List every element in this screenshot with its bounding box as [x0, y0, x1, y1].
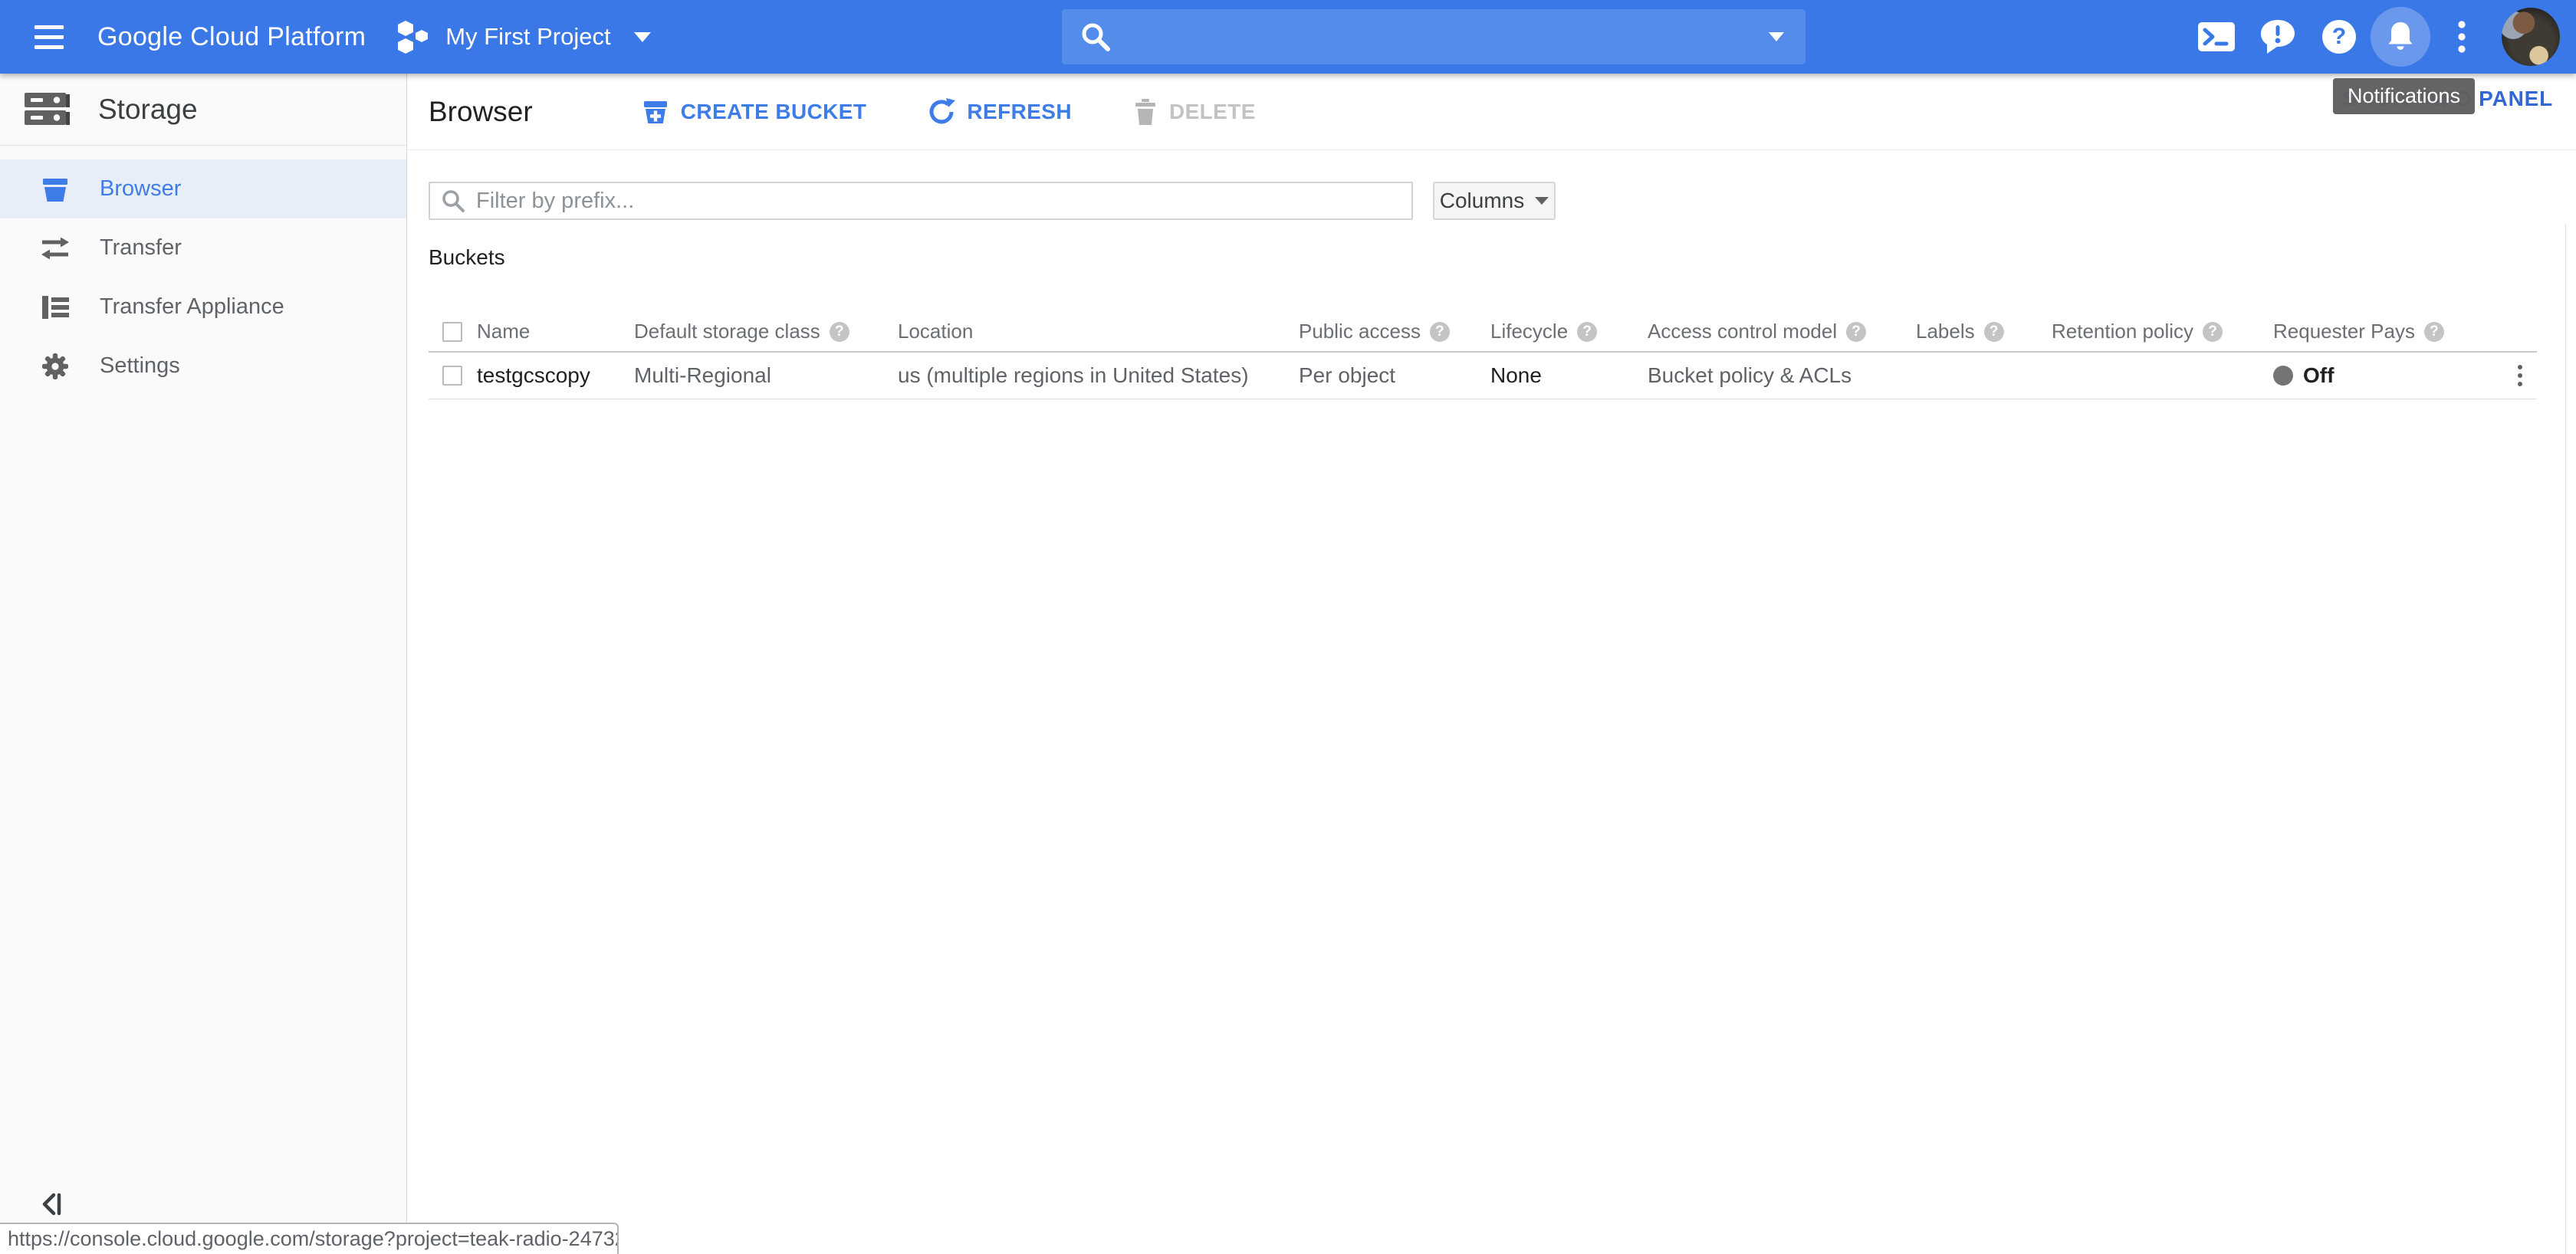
refresh-label: REFRESH: [967, 100, 1072, 124]
sidebar-item-label: Browser: [100, 176, 181, 202]
sidebar-item-label: Transfer: [100, 235, 182, 261]
gear-icon: [40, 351, 71, 382]
table-header-row: Name Default storage class ? Location Pu…: [429, 312, 2537, 353]
row-kebab-menu-icon[interactable]: [2505, 359, 2535, 392]
scroll-edge-divider: [2565, 224, 2566, 1254]
requester-pays-off-dot: [2273, 366, 2293, 386]
col-header-public-access: Public access ?: [1299, 320, 1490, 343]
sidebar-nav: Browser Transfer: [0, 146, 406, 396]
filter-search-icon: [441, 189, 465, 213]
project-hexagons-icon: [398, 18, 433, 56]
filter-row: Columns: [429, 182, 2576, 220]
search-input[interactable]: [1123, 14, 1750, 60]
col-header-retention-policy: Retention policy ?: [2052, 320, 2273, 343]
help-icon[interactable]: ?: [2203, 322, 2223, 342]
help-icon[interactable]: ?: [2424, 322, 2444, 342]
sidebar: Storage Browser: [0, 74, 407, 1254]
menu-hamburger-icon[interactable]: [34, 14, 80, 60]
col-header-requester-pays: Requester Pays ?: [2273, 320, 2488, 343]
columns-caret-down-icon: [1535, 197, 1549, 205]
columns-label: Columns: [1440, 189, 1524, 213]
notifications-tooltip: Notifications: [2333, 78, 2475, 114]
user-avatar[interactable]: [2502, 8, 2560, 66]
col-header-lifecycle: Lifecycle ?: [1490, 320, 1648, 343]
trash-icon: [1133, 98, 1158, 126]
help-icon[interactable]: ?: [830, 322, 849, 342]
columns-dropdown-button[interactable]: Columns: [1433, 182, 1556, 220]
table-row[interactable]: testgcscopy Multi-Regional us (multiple …: [429, 353, 2537, 399]
cloud-shell-icon[interactable]: [2186, 6, 2247, 67]
sidebar-header: Storage: [0, 74, 406, 146]
select-all-checkbox[interactable]: [442, 322, 462, 342]
bucket-icon: [40, 175, 71, 204]
feedback-icon[interactable]: [2247, 6, 2308, 67]
col-header-labels: Labels ?: [1916, 320, 2052, 343]
main-area: Browser CREATE BUCKET REFRESH: [407, 74, 2576, 1254]
transfer-appliance-icon: [40, 294, 71, 320]
sidebar-item-transfer[interactable]: Transfer: [0, 218, 406, 277]
refresh-button[interactable]: REFRESH: [928, 98, 1072, 126]
top-navigation-bar: Google Cloud Platform My First Project: [0, 0, 2576, 74]
col-header-location: Location: [898, 320, 1299, 343]
cell-default-storage-class: Multi-Regional: [634, 363, 898, 388]
cell-lifecycle: None: [1490, 363, 1648, 388]
global-search-bar: [1062, 9, 1806, 64]
content-area: Columns Buckets Name Default storage cla…: [407, 182, 2576, 399]
transfer-arrows-icon: [40, 236, 71, 261]
help-icon[interactable]: ?: [1984, 322, 2004, 342]
collapse-sidebar-icon[interactable]: [35, 1190, 69, 1220]
search-icon: [1079, 20, 1112, 54]
delete-label: DELETE: [1169, 100, 1256, 124]
project-name: My First Project: [445, 23, 610, 51]
col-header-name: Name: [477, 320, 634, 343]
help-icon[interactable]: ?: [1430, 322, 1450, 342]
cell-location: us (multiple regions in United States): [898, 363, 1299, 388]
page-toolbar: Browser CREATE BUCKET REFRESH: [407, 74, 2576, 150]
sidebar-item-browser[interactable]: Browser: [0, 159, 406, 218]
refresh-icon: [928, 98, 955, 126]
project-caret-down-icon: [634, 32, 651, 42]
sidebar-item-transfer-appliance[interactable]: Transfer Appliance: [0, 277, 406, 336]
gcp-console-screen: Google Cloud Platform My First Project: [0, 0, 2576, 1254]
storage-product-icon: [23, 90, 72, 129]
svg-text:?: ?: [2332, 24, 2346, 49]
filter-by-prefix-input[interactable]: [476, 185, 1411, 217]
col-header-default-storage-class: Default storage class ?: [634, 320, 898, 343]
topbar-actions: ?: [2186, 6, 2560, 67]
row-checkbox[interactable]: [442, 366, 462, 386]
buckets-table: Name Default storage class ? Location Pu…: [429, 312, 2537, 399]
delete-button[interactable]: DELETE: [1133, 98, 1256, 126]
notifications-bell-icon[interactable]: [2370, 6, 2431, 67]
cell-public-access: Per object: [1299, 363, 1490, 388]
help-icon[interactable]: ?: [1577, 322, 1597, 342]
sidebar-item-label: Transfer Appliance: [100, 294, 284, 320]
help-icon[interactable]: ?: [1846, 322, 1866, 342]
help-icon[interactable]: ?: [2308, 6, 2370, 67]
filter-box: [429, 182, 1413, 220]
sidebar-item-label: Settings: [100, 353, 180, 379]
project-selector[interactable]: My First Project: [398, 18, 650, 56]
buckets-section-label: Buckets: [429, 245, 2576, 270]
sidebar-title: Storage: [98, 94, 198, 126]
page-title: Browser: [429, 96, 533, 128]
cell-access-control-model: Bucket policy & ACLs: [1648, 363, 1916, 388]
more-options-kebab-icon[interactable]: [2431, 6, 2492, 67]
create-bucket-button[interactable]: CREATE BUCKET: [642, 98, 867, 126]
create-bucket-icon: [642, 98, 669, 126]
cell-requester-pays: Off: [2273, 363, 2488, 388]
browser-status-url: https://console.cloud.google.com/storage…: [0, 1223, 619, 1254]
product-logo[interactable]: Google Cloud Platform: [97, 22, 366, 52]
sidebar-item-settings[interactable]: Settings: [0, 336, 406, 396]
col-header-access-control-model: Access control model ?: [1648, 320, 1916, 343]
search-caret-down-icon[interactable]: [1769, 32, 1784, 41]
bucket-name-link[interactable]: testgcscopy: [477, 363, 634, 388]
create-bucket-label: CREATE BUCKET: [681, 100, 867, 124]
